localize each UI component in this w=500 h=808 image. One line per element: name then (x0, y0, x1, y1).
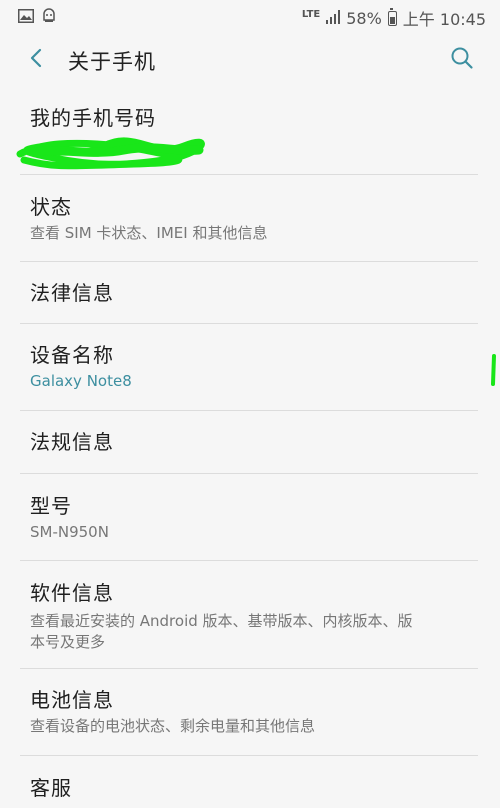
item-legal-info[interactable]: 法律信息 (30, 280, 478, 306)
network-type: LTE (301, 9, 321, 20)
item-title: 法规信息 (30, 430, 114, 454)
item-subtitle: SM-N950N (30, 523, 109, 541)
divider (20, 755, 478, 756)
item-title: 状态 (30, 195, 72, 219)
item-subtitle: 查看 SIM 卡状态、IMEI 和其他信息 (30, 224, 268, 242)
item-title: 我的手机号码 (30, 106, 156, 130)
clock: 上午 10:45 (402, 10, 486, 29)
divider (20, 668, 478, 669)
page-title: 关于手机 (68, 50, 156, 74)
item-subtitle: 查看设备的电池状态、剩余电量和其他信息 (30, 717, 316, 735)
item-status[interactable]: 状态 查看 SIM 卡状态、IMEI 和其他信息 (30, 194, 478, 244)
signal-icon (326, 9, 341, 28)
redaction-scribble (16, 137, 205, 170)
item-battery-info[interactable]: 电池信息 查看设备的电池状态、剩余电量和其他信息 (30, 687, 478, 737)
status-bar-right: LTE 58% 上午 10:45 (302, 6, 486, 30)
status-bar-left (18, 7, 56, 27)
item-title: 型号 (30, 494, 72, 518)
divider (20, 410, 478, 411)
item-model[interactable]: 型号 SM-N950N (30, 493, 478, 543)
android-icon (42, 7, 56, 27)
divider (20, 174, 478, 175)
item-customer-service[interactable]: 客服 (30, 775, 478, 801)
item-title: 法律信息 (30, 281, 114, 305)
gallery-icon (18, 8, 34, 27)
app-bar: 关于手机 (0, 32, 500, 88)
item-my-phone-number[interactable]: 我的手机号码 (30, 105, 478, 131)
search-icon (450, 46, 474, 74)
divider (20, 261, 478, 262)
item-device-name[interactable]: 设备名称 Galaxy Note8 (30, 342, 478, 392)
item-title: 软件信息 (30, 581, 114, 605)
item-title: 电池信息 (30, 688, 114, 712)
search-button[interactable] (446, 44, 478, 76)
edge-mark (491, 354, 496, 386)
back-button[interactable] (20, 44, 52, 76)
item-subtitle-continued: 本号及更多 (30, 633, 106, 651)
divider (20, 473, 478, 474)
item-subtitle: 查看最近安装的 Android 版本、基带版本、内核版本、版 (30, 612, 413, 630)
status-bar: LTE 58% 上午 10:45 (0, 0, 500, 32)
battery-percent: 58% (346, 8, 382, 28)
battery-icon (387, 7, 397, 26)
item-title: 客服 (30, 776, 72, 800)
item-regulatory-info[interactable]: 法规信息 (30, 429, 478, 455)
item-software-info[interactable]: 软件信息 查看最近安装的 Android 版本、基带版本、内核版本、版 本号及更… (30, 580, 478, 653)
item-subtitle: Galaxy Note8 (30, 372, 132, 390)
divider (20, 323, 478, 324)
chevron-left-icon (29, 48, 43, 72)
divider (20, 560, 478, 561)
item-title: 设备名称 (30, 343, 114, 367)
